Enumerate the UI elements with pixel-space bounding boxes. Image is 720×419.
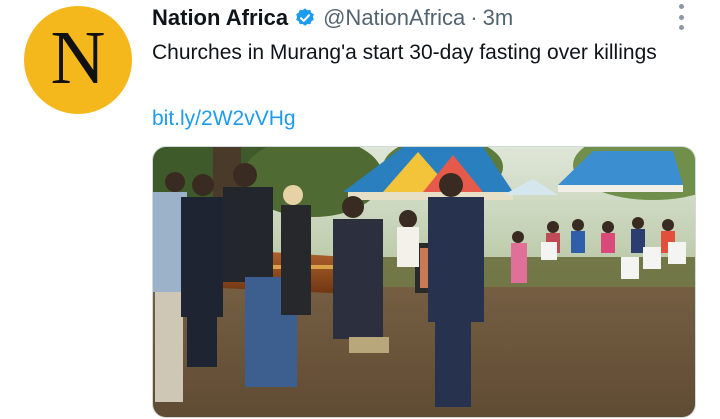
timestamp[interactable]: 3m [483, 5, 514, 31]
tweet-text: Churches in Murang'a start 30-day fastin… [152, 41, 657, 64]
more-dot [678, 14, 684, 20]
display-name[interactable]: Nation Africa [152, 5, 288, 31]
avatar[interactable]: N [24, 6, 132, 114]
handle[interactable]: @NationAfrica [323, 5, 465, 31]
avatar-logo-letter: N [50, 16, 106, 100]
funeral-photo [153, 147, 695, 417]
verified-badge-icon [296, 8, 314, 26]
tweet-header: Nation Africa @NationAfrica · 3m [152, 4, 513, 32]
tweet-link[interactable]: bit.ly/2W2vVHg [152, 104, 296, 134]
more-options-icon[interactable] [672, 2, 690, 32]
tweet: N Nation Africa @NationAfrica · 3m Churc… [0, 0, 720, 419]
more-dot [678, 4, 684, 9]
tweet-media-photo[interactable] [152, 146, 696, 418]
more-dot [678, 25, 684, 30]
separator-dot: · [470, 5, 478, 30]
